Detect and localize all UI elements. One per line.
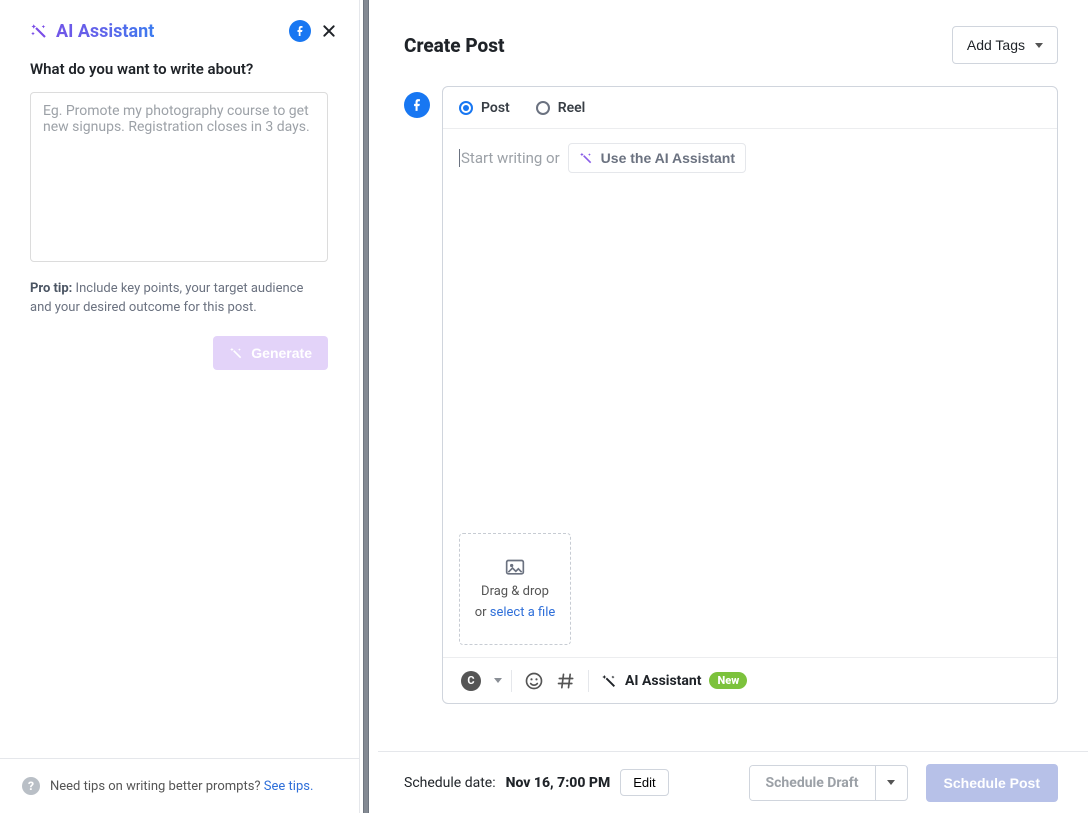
see-tips-link[interactable]: See tips.	[264, 779, 314, 794]
pro-tip-label: Pro tip:	[30, 281, 72, 296]
create-post-title: Create Post	[404, 34, 504, 57]
emoji-button[interactable]	[518, 665, 550, 697]
schedule-value: Nov 16, 7:00 PM	[506, 775, 611, 791]
close-icon[interactable]	[321, 23, 337, 39]
hashtag-icon	[556, 671, 576, 691]
new-badge: New	[709, 672, 747, 689]
prompt-question: What do you want to write about?	[30, 60, 329, 78]
help-icon: ?	[22, 777, 40, 795]
dropzone-or: or	[475, 605, 490, 620]
magic-wand-icon	[601, 673, 617, 689]
toolbar-separator	[588, 670, 589, 692]
generate-label: Generate	[251, 345, 312, 361]
ai-assistant-header-actions	[289, 20, 337, 42]
dropzone-select-link[interactable]: select a file	[490, 605, 556, 620]
post-type-reel-label: Reel	[558, 100, 586, 116]
generate-button[interactable]: Generate	[213, 336, 328, 370]
magic-wand-icon	[30, 22, 48, 40]
post-type-reel[interactable]: Reel	[536, 100, 586, 116]
facebook-glyph-icon	[294, 25, 306, 37]
ai-assistant-tool-label: AI Assistant	[625, 673, 701, 689]
add-tags-label: Add Tags	[967, 37, 1025, 53]
generate-row: Generate	[30, 336, 328, 370]
compose-placeholder: Start writing or	[459, 149, 560, 167]
facebook-icon	[404, 92, 430, 118]
canva-icon: C	[461, 671, 481, 691]
dropzone-line1: Drag & drop	[481, 584, 549, 599]
compose-gap	[459, 173, 1041, 525]
ai-assistant-header: AI Assistant	[0, 0, 359, 60]
compose-placeholder-row: Start writing or Use the AI Assistant	[459, 143, 1041, 173]
emoji-icon	[524, 671, 544, 691]
canva-dropdown[interactable]	[487, 665, 505, 697]
ai-assistant-title: AI Assistant	[30, 21, 154, 42]
create-post-header: Create Post Add Tags	[404, 26, 1058, 64]
dropzone-line2: or select a file	[475, 605, 556, 620]
schedule-draft-split: Schedule Draft	[749, 765, 908, 801]
footer-text: Need tips on writing better prompts?	[50, 779, 264, 794]
prompt-input[interactable]	[30, 92, 328, 262]
magic-wand-icon	[229, 346, 243, 360]
post-type-post[interactable]: Post	[459, 100, 510, 116]
post-type-row: Post Reel	[443, 87, 1057, 129]
composer-toolbar: C AI Assistant	[443, 657, 1057, 703]
facebook-glyph-icon	[410, 98, 424, 112]
chevron-down-icon	[1035, 43, 1043, 48]
create-post-panel: Create Post Add Tags Post Reel	[378, 0, 1088, 813]
schedule-draft-dropdown[interactable]	[875, 766, 907, 800]
compose-area[interactable]: Start writing or Use the AI Assistant Dr…	[443, 129, 1057, 657]
toolbar-separator	[511, 670, 512, 692]
schedule-draft-button[interactable]: Schedule Draft	[750, 766, 875, 800]
radio-unselected-icon	[536, 101, 550, 115]
schedule-info: Schedule date: Nov 16, 7:00 PM Edit	[404, 769, 669, 796]
schedule-actions: Schedule Draft Schedule Post	[749, 764, 1059, 802]
image-icon	[504, 558, 526, 578]
ai-assistant-footer: ? Need tips on writing better prompts? S…	[0, 758, 360, 813]
ai-assistant-tool[interactable]: AI Assistant New	[601, 672, 747, 689]
pro-tip: Pro tip: Include key points, your target…	[30, 280, 328, 318]
chevron-down-icon	[887, 780, 895, 785]
ai-assistant-title-text: AI Assistant	[56, 21, 154, 42]
create-post-footer: Schedule date: Nov 16, 7:00 PM Edit Sche…	[378, 751, 1088, 813]
facebook-icon	[289, 20, 311, 42]
hashtag-button[interactable]	[550, 665, 582, 697]
composer: Post Reel Start writing or Use the AI As…	[442, 86, 1058, 704]
edit-schedule-button[interactable]: Edit	[620, 769, 668, 796]
create-post-body: Create Post Add Tags Post Reel	[378, 0, 1088, 751]
magic-wand-icon	[579, 151, 593, 165]
radio-selected-icon	[459, 101, 473, 115]
footer-text-wrap: Need tips on writing better prompts? See…	[50, 779, 313, 794]
panel-divider[interactable]	[363, 0, 369, 813]
ai-assistant-body: What do you want to write about? Pro tip…	[0, 60, 359, 370]
canva-button[interactable]: C	[455, 665, 487, 697]
media-dropzone[interactable]: Drag & drop or select a file	[459, 533, 571, 645]
schedule-label: Schedule date:	[404, 775, 496, 791]
post-type-post-label: Post	[481, 100, 510, 116]
ai-assistant-panel: AI Assistant What do you want to write a…	[0, 0, 360, 813]
schedule-post-button[interactable]: Schedule Post	[926, 764, 1058, 802]
chevron-down-icon	[494, 678, 502, 683]
use-ai-assistant-button[interactable]: Use the AI Assistant	[568, 143, 746, 173]
composer-row: Post Reel Start writing or Use the AI As…	[404, 86, 1058, 704]
use-ai-label: Use the AI Assistant	[601, 150, 735, 166]
add-tags-button[interactable]: Add Tags	[952, 26, 1058, 64]
